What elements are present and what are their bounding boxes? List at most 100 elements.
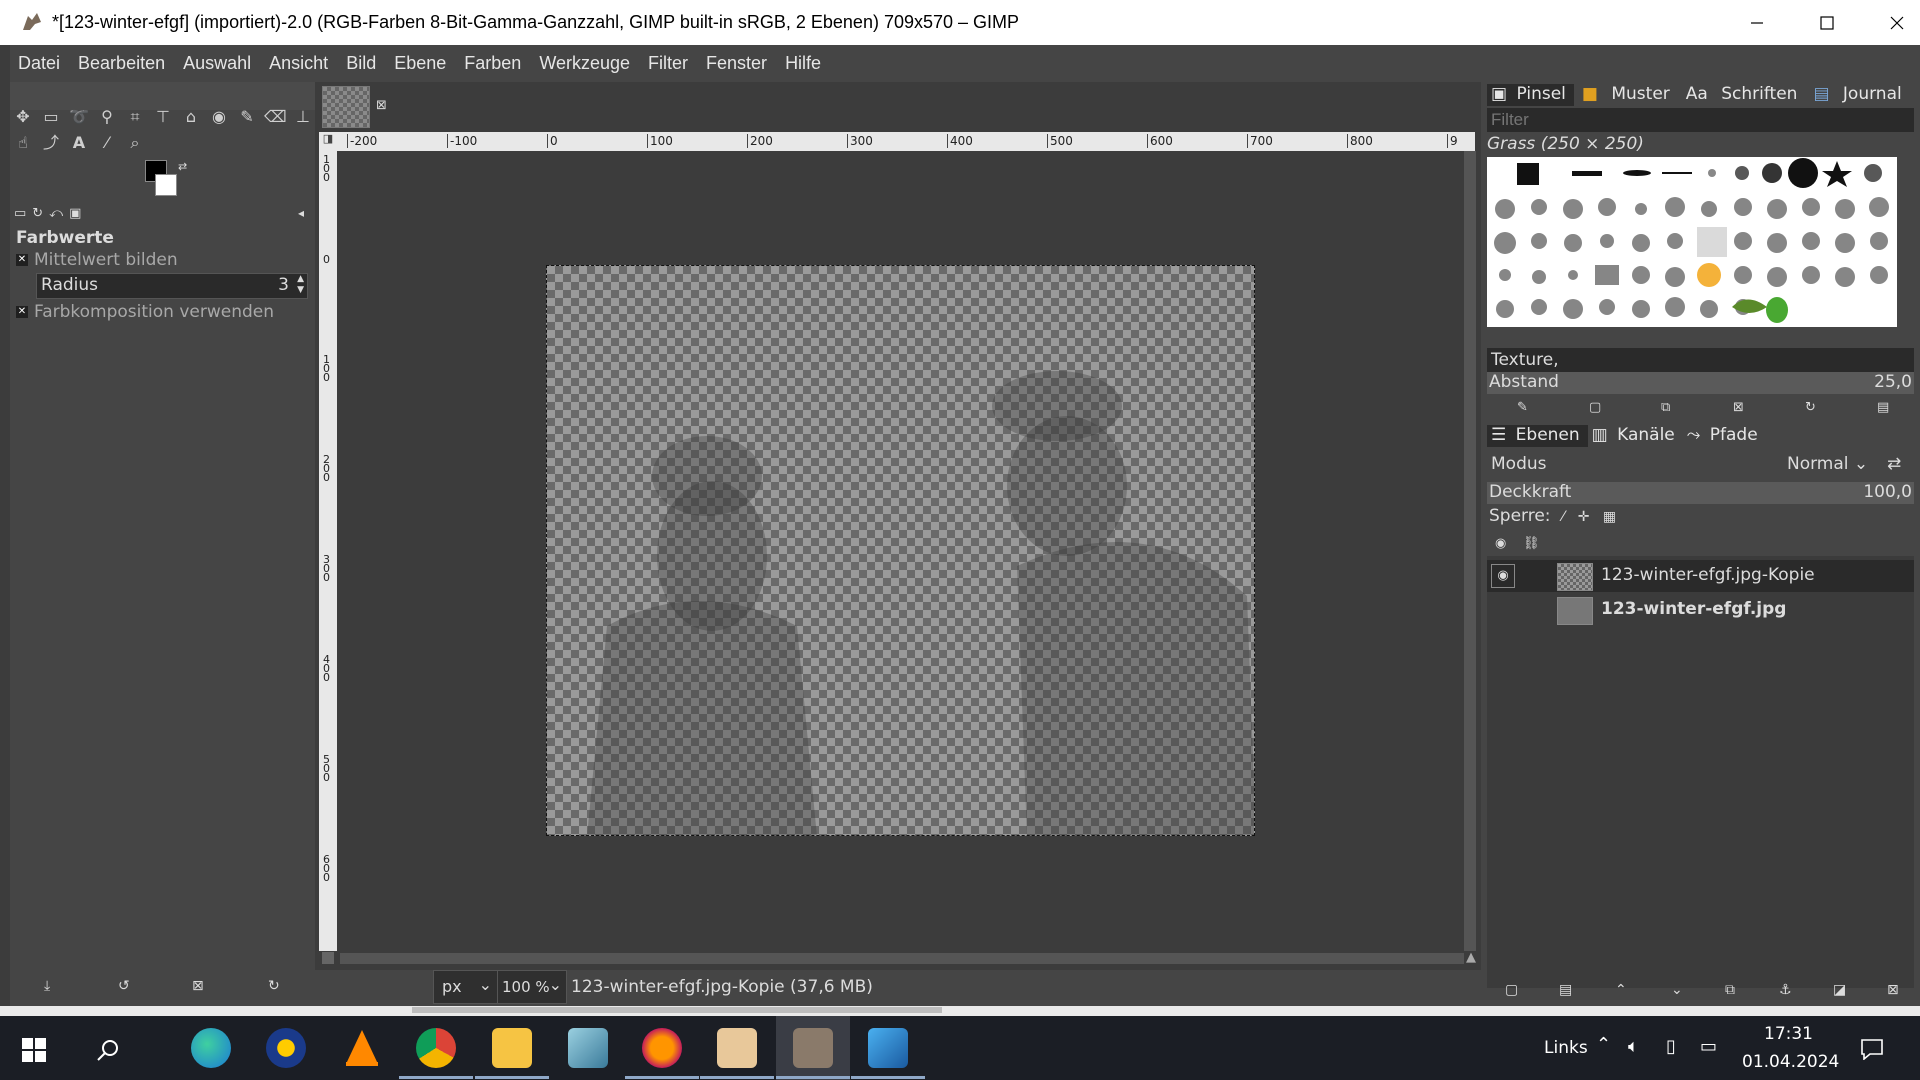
opacity-slider[interactable]: Deckkraft 100,0: [1487, 482, 1914, 504]
minimize-button[interactable]: [1722, 0, 1792, 45]
horizontal-scrollbar[interactable]: [340, 953, 1464, 964]
app-icon[interactable]: [568, 1028, 608, 1068]
bucket-fill-tool-icon[interactable]: ◉: [208, 106, 230, 128]
menu-fenster[interactable]: Fenster: [697, 53, 776, 74]
vlc-icon[interactable]: [342, 1028, 382, 1068]
text-tool-icon[interactable]: A: [68, 132, 90, 154]
menu-werkzeuge[interactable]: Werkzeuge: [530, 53, 639, 74]
chrome-icon[interactable]: [416, 1028, 456, 1068]
edit-brush-icon[interactable]: ✎: [1517, 400, 1528, 415]
ruler-corner-icon[interactable]: ◨: [319, 132, 337, 151]
restore-options-icon[interactable]: ↺: [118, 978, 130, 994]
image-tab-thumbnail[interactable]: [322, 86, 370, 128]
close-image-tab-icon[interactable]: ⊠: [376, 98, 387, 113]
paintbrush-tool-icon[interactable]: ✎: [236, 106, 258, 128]
spacing-slider[interactable]: Abstand 25,0: [1487, 372, 1914, 394]
menu-datei[interactable]: Datei: [10, 53, 69, 74]
speaker-icon[interactable]: 🔈︎: [1628, 1036, 1639, 1057]
menu-auswahl[interactable]: Auswahl: [174, 53, 260, 74]
tab-schriften[interactable]: Aa Schriften: [1678, 84, 1806, 106]
lower-layer-icon[interactable]: ⌄: [1671, 982, 1683, 998]
reset-options-icon[interactable]: ↻: [268, 978, 280, 994]
visibility-eye-icon[interactable]: ◉: [1491, 564, 1515, 588]
average-option[interactable]: ✕ Mittelwert bilden: [16, 250, 178, 270]
file-explorer-icon[interactable]: [492, 1028, 532, 1068]
maximize-button[interactable]: [1792, 0, 1862, 45]
unit-select[interactable]: px ⌄: [433, 970, 499, 1004]
tab-journal[interactable]: ▤ Journal: [1805, 84, 1909, 106]
refresh-brushes-icon[interactable]: ↻: [1805, 400, 1816, 415]
duplicate-layer-icon[interactable]: ⧉: [1725, 982, 1735, 998]
menu-farben[interactable]: Farben: [455, 53, 530, 74]
tab-kanaele[interactable]: ▥ Kanäle: [1588, 425, 1683, 447]
new-layer-group-icon[interactable]: ▤: [1559, 982, 1572, 998]
app-icon[interactable]: [717, 1028, 757, 1068]
color-composition-option[interactable]: ✕ Farbkomposition verwenden: [16, 302, 274, 322]
fuzzy-select-tool-icon[interactable]: ⚲: [96, 106, 118, 128]
new-layer-icon[interactable]: ▢: [1505, 982, 1518, 998]
tab-pfade[interactable]: ⤳ Pfade: [1683, 425, 1766, 447]
radius-spinner[interactable]: Radius 3 ▲ ▼: [36, 273, 308, 299]
search-icon[interactable]: [96, 1038, 120, 1062]
lock-position-icon[interactable]: ✛: [1578, 509, 1590, 525]
delete-layer-icon[interactable]: ⊠: [1887, 982, 1899, 998]
menu-bild[interactable]: Bild: [337, 53, 385, 74]
delete-brush-icon[interactable]: ⊠: [1733, 400, 1744, 415]
warp-tool-icon[interactable]: ⌂: [180, 106, 202, 128]
smudge-tool-icon[interactable]: ☝: [12, 132, 34, 154]
firefox-icon[interactable]: [642, 1028, 682, 1068]
lock-pixels-icon[interactable]: ⁄: [1562, 509, 1564, 525]
vertical-scrollbar[interactable]: [1464, 151, 1476, 951]
tool-options-tabs[interactable]: ▭↻⤺▣: [14, 206, 87, 221]
tab-muster[interactable]: ■ Muster: [1574, 84, 1678, 106]
mode-select[interactable]: Normal ⌄: [1787, 454, 1868, 474]
save-options-icon[interactable]: ⤓: [44, 978, 50, 994]
close-button[interactable]: [1862, 0, 1920, 45]
clone-tool-icon[interactable]: ⊥: [292, 106, 314, 128]
brush-grid[interactable]: [1487, 157, 1897, 327]
layer-row[interactable]: ◉ 123-winter-efgf.jpg-Kopie: [1487, 560, 1914, 592]
layer-name[interactable]: 123-winter-efgf.jpg: [1601, 599, 1786, 619]
clock-date[interactable]: 01.04.2024: [1742, 1052, 1839, 1072]
image-canvas[interactable]: [546, 265, 1255, 836]
color-picker-tool-icon[interactable]: ⁄: [96, 132, 118, 154]
paths-tool-icon[interactable]: ⤴: [40, 132, 62, 154]
duplicate-brush-icon[interactable]: ⧉: [1661, 400, 1670, 415]
menu-filter[interactable]: Filter: [639, 53, 697, 74]
navigate-icon[interactable]: ▲: [1466, 950, 1476, 965]
zoom-tool-icon[interactable]: ⌕: [124, 132, 146, 154]
menu-hilfe[interactable]: Hilfe: [776, 53, 830, 74]
app-icon[interactable]: [266, 1028, 306, 1068]
brush-filter-input[interactable]: [1487, 108, 1914, 132]
tab-ebenen[interactable]: ☰ Ebenen: [1487, 425, 1588, 447]
background-color[interactable]: [155, 174, 177, 196]
battery-icon[interactable]: ▯: [1666, 1036, 1676, 1057]
photos-icon[interactable]: [868, 1028, 908, 1068]
input-language[interactable]: Links: [1544, 1038, 1588, 1058]
panel-menu-icon[interactable]: ◂: [298, 206, 304, 220]
raise-layer-icon[interactable]: ⌃: [1615, 982, 1627, 998]
spinner-arrows-icon[interactable]: ▲ ▼: [297, 274, 304, 296]
swap-colors-icon[interactable]: ⇄: [178, 160, 187, 173]
chevron-up-icon[interactable]: ⌃: [1596, 1034, 1611, 1055]
layer-row[interactable]: 123-winter-efgf.jpg: [1487, 594, 1914, 626]
menu-ansicht[interactable]: Ansicht: [260, 53, 337, 74]
edge-icon[interactable]: [191, 1028, 231, 1068]
lasso-tool-icon[interactable]: ➰: [68, 106, 90, 128]
lock-alpha-icon[interactable]: ▦: [1603, 509, 1616, 525]
network-icon[interactable]: ▭: [1700, 1036, 1717, 1057]
eraser-tool-icon[interactable]: ⌫: [264, 106, 287, 128]
clock-time[interactable]: 17:31: [1764, 1024, 1813, 1044]
zoom-select[interactable]: 100 % ⌄: [497, 970, 567, 1004]
open-brush-icon[interactable]: ▤: [1877, 400, 1889, 415]
menu-ebene[interactable]: Ebene: [385, 53, 455, 74]
mask-layer-icon[interactable]: ◪: [1833, 982, 1846, 998]
transform-tool-icon[interactable]: ⊤: [152, 106, 174, 128]
move-tool-icon[interactable]: ✥: [12, 106, 34, 128]
layer-name[interactable]: 123-winter-efgf.jpg-Kopie: [1601, 565, 1815, 585]
crop-tool-icon[interactable]: ⌗: [124, 106, 146, 128]
notification-icon[interactable]: [1860, 1038, 1884, 1060]
mode-switch-icon[interactable]: ⇄: [1887, 454, 1901, 474]
rect-select-tool-icon[interactable]: ▭: [40, 106, 62, 128]
quick-mask-toggle[interactable]: [322, 952, 334, 964]
